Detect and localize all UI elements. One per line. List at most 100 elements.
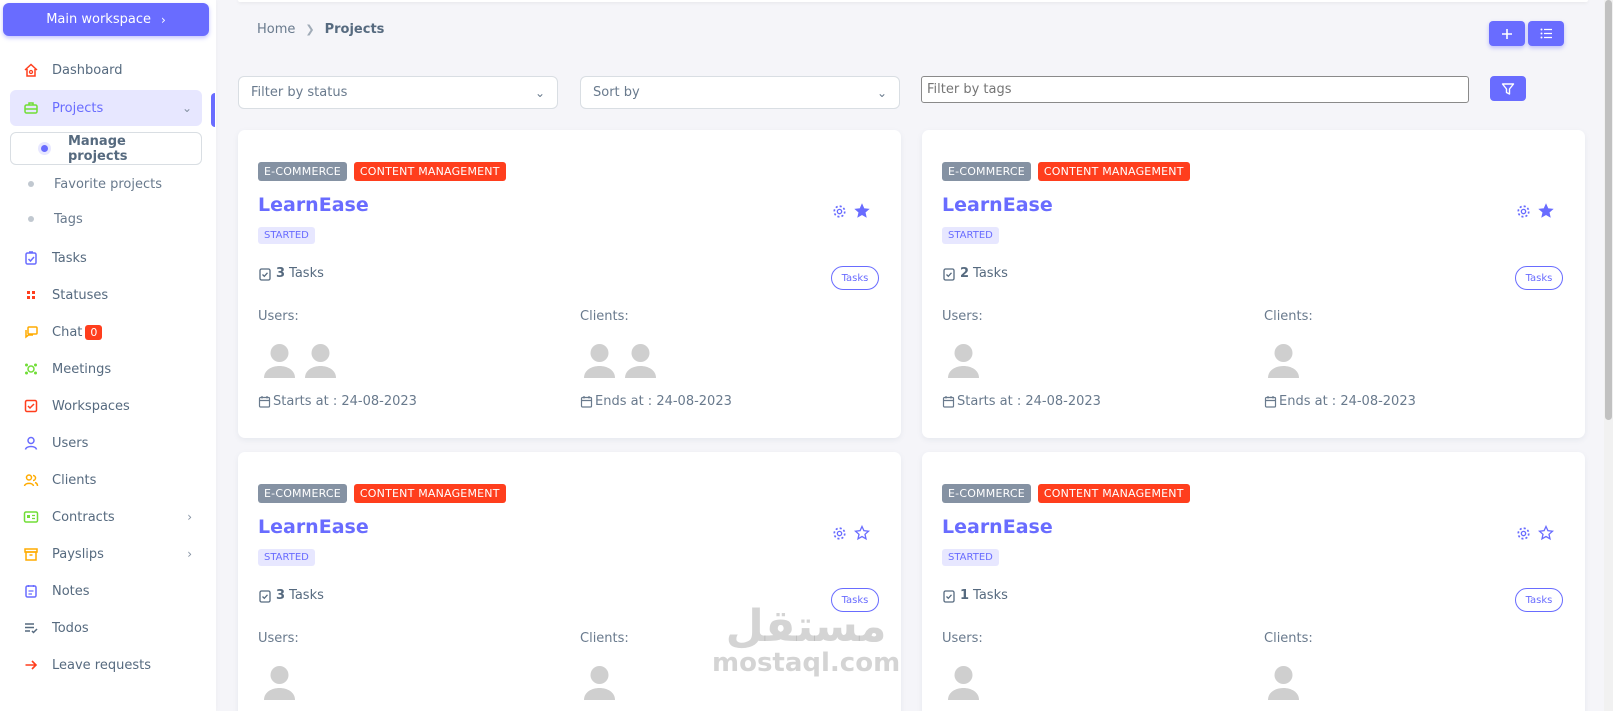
task-icon bbox=[23, 250, 39, 266]
scrollbar-thumb[interactable] bbox=[1605, 0, 1612, 420]
workspace-switch-button[interactable]: Main workspace › bbox=[3, 3, 209, 36]
sidebar-item-contracts[interactable]: Contracts › bbox=[10, 499, 202, 535]
task-count-word: Tasks bbox=[973, 588, 1008, 603]
avatar[interactable] bbox=[625, 342, 656, 378]
avatar[interactable] bbox=[1268, 664, 1299, 700]
favorite-star-outline-icon[interactable] bbox=[854, 525, 870, 541]
avatar[interactable] bbox=[584, 664, 615, 700]
tasks-button[interactable]: Tasks bbox=[1515, 588, 1563, 612]
sidebar-item-statuses[interactable]: Statuses bbox=[10, 277, 202, 313]
sidebar-item-label: Projects bbox=[52, 100, 104, 116]
favorite-star-icon[interactable] bbox=[1538, 203, 1554, 219]
sidebar-item-label: Users bbox=[52, 435, 89, 451]
tasks-button[interactable]: Tasks bbox=[831, 588, 879, 612]
project-tag[interactable]: CONTENT MANAGEMENT bbox=[353, 162, 506, 181]
breadcrumb-current: Projects bbox=[324, 22, 385, 37]
sidebar-item-payslips[interactable]: Payslips › bbox=[10, 536, 202, 572]
sidebar-item-label: Notes bbox=[52, 583, 90, 599]
project-tag[interactable]: CONTENT MANAGEMENT bbox=[1037, 162, 1190, 181]
sidebar-subitem-favorite-projects[interactable]: Favorite projects bbox=[10, 167, 202, 201]
clients-avatars bbox=[1268, 664, 1299, 700]
project-tag[interactable]: E-COMMERCE bbox=[258, 162, 347, 181]
start-date: Starts at : 24-08-2023 bbox=[258, 394, 417, 409]
chevron-down-icon: ⌄ bbox=[181, 101, 192, 115]
breadcrumb-home-link[interactable]: Home bbox=[257, 22, 295, 37]
users-avatars bbox=[948, 664, 979, 700]
tags-filter-input[interactable] bbox=[921, 76, 1469, 103]
sort-placeholder: Sort by bbox=[593, 85, 640, 100]
subitem-label: Favorite projects bbox=[54, 176, 162, 192]
end-date: Ends at : 24-08-2023 bbox=[580, 394, 732, 409]
project-tag[interactable]: E-COMMERCE bbox=[942, 162, 1031, 181]
project-card: E-COMMERCE CONTENT MANAGEMENT LearnEase … bbox=[922, 130, 1585, 438]
project-tag[interactable]: CONTENT MANAGEMENT bbox=[353, 484, 506, 503]
project-tag[interactable]: E-COMMERCE bbox=[942, 484, 1031, 503]
bullet-dot bbox=[28, 181, 34, 187]
chevron-right-icon: › bbox=[160, 12, 166, 27]
sidebar-item-label: Leave requests bbox=[52, 657, 151, 673]
sidebar-item-clients[interactable]: Clients bbox=[10, 462, 202, 498]
avatar[interactable] bbox=[305, 342, 336, 378]
users-avatars bbox=[264, 664, 295, 700]
sidebar-item-label: Workspaces bbox=[52, 398, 130, 414]
page-scrollbar[interactable] bbox=[1604, 0, 1613, 711]
apply-filter-button[interactable] bbox=[1490, 76, 1526, 101]
sidebar-item-workspaces[interactable]: Workspaces bbox=[10, 388, 202, 424]
avatar[interactable] bbox=[948, 664, 979, 700]
chevron-down-icon: ⌄ bbox=[876, 85, 887, 100]
avatar[interactable] bbox=[264, 664, 295, 700]
filter-icon bbox=[1501, 82, 1515, 95]
sidebar-item-todos[interactable]: Todos bbox=[10, 610, 202, 646]
sidebar-item-label: Todos bbox=[52, 620, 89, 636]
project-title-link[interactable]: LearnEase bbox=[942, 516, 1053, 538]
settings-gear-icon[interactable] bbox=[1516, 526, 1531, 541]
clients-label: Clients: bbox=[580, 631, 629, 646]
clients-avatars bbox=[584, 342, 656, 378]
notes-icon bbox=[23, 583, 39, 599]
favorite-star-icon[interactable] bbox=[854, 203, 870, 219]
sidebar-item-projects[interactable]: Projects ⌄ bbox=[10, 90, 202, 126]
tasks-button[interactable]: Tasks bbox=[1515, 266, 1563, 290]
chevron-right-icon: › bbox=[187, 510, 192, 524]
sort-select[interactable]: Sort by ⌄ bbox=[580, 76, 900, 109]
sidebar-item-leave-requests[interactable]: Leave requests bbox=[10, 647, 202, 683]
sidebar-item-notes[interactable]: Notes bbox=[10, 573, 202, 609]
sidebar-item-label: Statuses bbox=[52, 287, 109, 303]
briefcase-icon bbox=[23, 100, 39, 116]
sidebar-item-users[interactable]: Users bbox=[10, 425, 202, 461]
avatar[interactable] bbox=[584, 342, 615, 378]
sidebar-subitem-manage-projects[interactable]: Manage projects bbox=[10, 132, 202, 165]
favorite-star-outline-icon[interactable] bbox=[1538, 525, 1554, 541]
chat-unread-badge: 0 bbox=[85, 324, 103, 340]
tasks-button[interactable]: Tasks bbox=[831, 266, 879, 290]
grid-icon bbox=[23, 287, 39, 303]
sidebar-item-meetings[interactable]: Meetings bbox=[10, 351, 202, 387]
avatar[interactable] bbox=[264, 342, 295, 378]
users-avatars bbox=[948, 342, 979, 378]
sidebar-item-dashboard[interactable]: Dashboard bbox=[10, 52, 202, 88]
avatar[interactable] bbox=[948, 342, 979, 378]
settings-gear-icon[interactable] bbox=[1516, 204, 1531, 219]
project-tag[interactable]: E-COMMERCE bbox=[258, 484, 347, 503]
clients-label: Clients: bbox=[1264, 309, 1313, 324]
list-view-button[interactable] bbox=[1528, 21, 1564, 46]
add-project-button[interactable] bbox=[1489, 21, 1525, 46]
project-title-link[interactable]: LearnEase bbox=[258, 516, 369, 538]
sidebar-item-chat[interactable]: Chat 0 bbox=[10, 314, 202, 350]
archive-icon bbox=[23, 546, 39, 562]
task-count-number: 1 bbox=[960, 588, 970, 603]
workspace-button-label: Main workspace bbox=[46, 12, 151, 27]
sidebar-item-tasks[interactable]: Tasks bbox=[10, 240, 202, 276]
task-icon bbox=[943, 589, 955, 603]
settings-gear-icon[interactable] bbox=[832, 204, 847, 219]
settings-gear-icon[interactable] bbox=[832, 526, 847, 541]
end-date-text: Ends at : 24-08-2023 bbox=[1279, 394, 1416, 409]
sidebar-subitem-tags[interactable]: Tags bbox=[10, 202, 202, 236]
users-label: Users: bbox=[942, 309, 983, 324]
status-filter-select[interactable]: Filter by status ⌄ bbox=[238, 76, 558, 109]
avatar[interactable] bbox=[1268, 342, 1299, 378]
start-date: Starts at : 24-08-2023 bbox=[942, 394, 1101, 409]
project-title-link[interactable]: LearnEase bbox=[258, 194, 369, 216]
project-title-link[interactable]: LearnEase bbox=[942, 194, 1053, 216]
project-tag[interactable]: CONTENT MANAGEMENT bbox=[1037, 484, 1190, 503]
